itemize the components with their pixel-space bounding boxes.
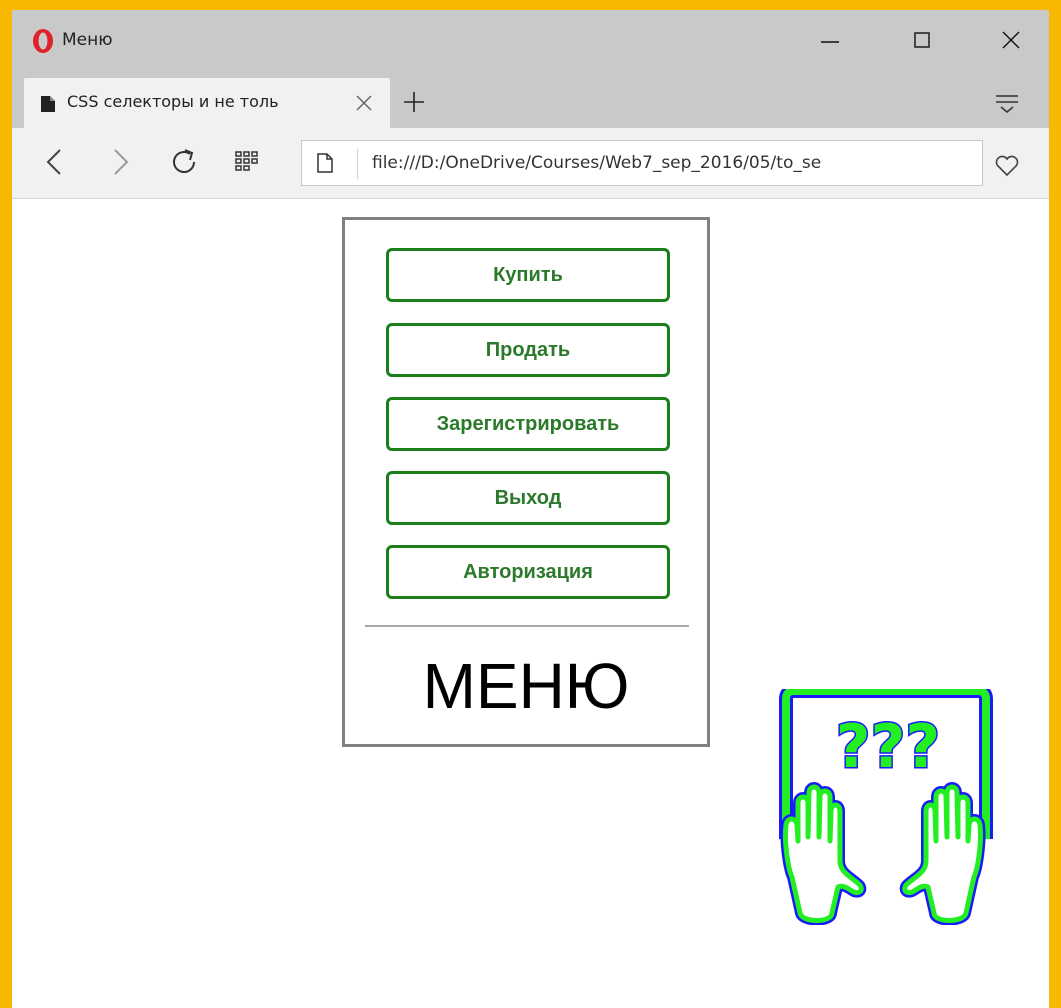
- menu-divider: [365, 625, 689, 627]
- menu-panel: Купить Продать Зарегистрировать Выход Ав…: [342, 217, 710, 747]
- minimize-button[interactable]: [810, 20, 850, 60]
- maximize-button[interactable]: [903, 20, 943, 60]
- tab-strip: CSS селекторы и не толь: [12, 70, 1049, 128]
- page-content: Купить Продать Зарегистрировать Выход Ав…: [12, 199, 1049, 1008]
- back-icon[interactable]: [38, 144, 74, 180]
- login-button[interactable]: Авторизация: [386, 545, 670, 599]
- tab-close-icon[interactable]: [352, 91, 376, 115]
- tab-title: CSS селекторы и не толь: [67, 92, 345, 111]
- tab-active[interactable]: CSS селекторы и не толь: [24, 78, 390, 128]
- sell-button[interactable]: Продать: [386, 323, 670, 377]
- tab-menu-icon[interactable]: [992, 90, 1022, 116]
- close-window-button[interactable]: [991, 20, 1031, 60]
- opera-logo-icon[interactable]: [32, 28, 54, 54]
- close-icon: [1002, 31, 1020, 49]
- bookmark-heart-icon[interactable]: [994, 154, 1020, 178]
- register-button[interactable]: Зарегистрировать: [386, 397, 670, 451]
- address-bar[interactable]: file:///D:/OneDrive/Courses/Web7_sep_201…: [301, 140, 983, 186]
- buy-button[interactable]: Купить: [386, 248, 670, 302]
- address-toolbar: file:///D:/OneDrive/Courses/Web7_sep_201…: [12, 128, 1049, 199]
- document-icon: [41, 96, 55, 112]
- logout-button[interactable]: Выход: [386, 471, 670, 525]
- url-text[interactable]: file:///D:/OneDrive/Courses/Web7_sep_201…: [372, 153, 972, 173]
- forward-icon[interactable]: [102, 144, 138, 180]
- question-marks-text: ???: [836, 712, 940, 782]
- minimize-icon: [821, 41, 839, 43]
- url-separator: [357, 149, 358, 179]
- title-bar: Меню: [12, 10, 1049, 70]
- screenshot-frame: Меню CSS селекторы и не толь file:///D:/…: [0, 0, 1061, 1008]
- maximize-icon: [914, 32, 930, 48]
- window-title: Меню: [62, 30, 113, 50]
- reload-icon[interactable]: [166, 144, 202, 180]
- speed-dial-icon[interactable]: [230, 144, 266, 180]
- confused-hands-illustration: ???: [779, 689, 993, 925]
- page-icon: [317, 153, 333, 173]
- menu-caption: МЕНЮ: [422, 650, 630, 722]
- new-tab-icon[interactable]: [400, 88, 428, 116]
